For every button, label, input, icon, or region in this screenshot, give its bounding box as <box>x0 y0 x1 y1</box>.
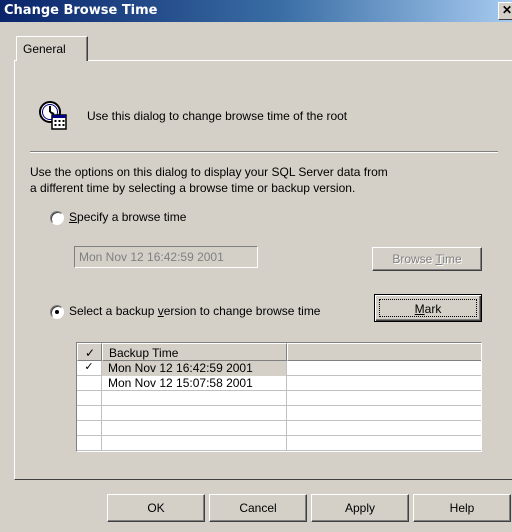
row-checkmark[interactable]: ✓ <box>77 361 102 376</box>
backup-version-label[interactable]: Select a backup version to change browse… <box>69 304 320 318</box>
tab-general-label: General <box>23 42 66 56</box>
description-line-2: a different time by selecting a browse t… <box>30 181 356 195</box>
table-row-empty <box>77 391 481 406</box>
clock-calendar-icon <box>39 101 67 130</box>
separator <box>30 151 498 153</box>
title-bar[interactable]: Change Browse Time ✕ <box>0 0 512 22</box>
table-row-empty <box>77 421 481 436</box>
description-line-1: Use the options on this dialog to displa… <box>30 165 388 179</box>
focus-rect <box>379 299 477 317</box>
empty-cell <box>77 436 102 451</box>
table-row[interactable]: Mon Nov 12 15:07:58 2001 <box>77 376 481 391</box>
cancel-button[interactable]: Cancel <box>209 494 307 522</box>
radio-selected-dot <box>55 310 59 314</box>
empty-cell <box>102 436 287 451</box>
table-row-empty <box>77 406 481 421</box>
specify-browse-time-radio[interactable] <box>50 211 64 225</box>
column-header-backup-time[interactable]: Backup Time <box>102 343 287 361</box>
empty-cell <box>77 406 102 421</box>
backup-version-radio[interactable] <box>50 305 64 319</box>
close-button[interactable]: ✕ <box>498 2 512 20</box>
empty-cell <box>77 391 102 406</box>
row-checkmark[interactable] <box>77 376 102 391</box>
tab-general[interactable]: General <box>16 36 88 61</box>
mark-button[interactable]: Mark <box>374 294 482 322</box>
empty-cell <box>102 406 287 421</box>
help-button[interactable]: Help <box>413 494 511 522</box>
browse-time-button[interactable]: Browse Time <box>372 247 482 271</box>
column-header-check[interactable]: ✓ <box>77 343 102 361</box>
empty-cell <box>77 421 102 436</box>
apply-button[interactable]: Apply <box>311 494 409 522</box>
description-text: Use the options on this dialog to displa… <box>30 164 490 196</box>
backup-time-table[interactable]: ✓ Backup Time ✓ Mon Nov 12 16:42:59 2001… <box>76 342 482 452</box>
close-icon: ✕ <box>501 3 512 17</box>
row-backup-time: Mon Nov 12 15:07:58 2001 <box>102 376 287 391</box>
browse-time-field[interactable]: Mon Nov 12 16:42:59 2001 <box>74 246 258 268</box>
ok-button[interactable]: OK <box>107 494 205 522</box>
empty-cell <box>102 421 287 436</box>
column-header-empty[interactable] <box>287 343 481 361</box>
window-title: Change Browse Time <box>4 3 158 18</box>
info-text: Use this dialog to change browse time of… <box>87 109 348 123</box>
empty-cell <box>102 391 287 406</box>
change-browse-time-dialog: Change Browse Time ✕ General Use this di… <box>0 0 512 532</box>
table-row[interactable]: ✓ Mon Nov 12 16:42:59 2001 <box>77 361 481 376</box>
specify-browse-time-label[interactable]: Specify a browse time <box>69 210 186 224</box>
row-backup-time: Mon Nov 12 16:42:59 2001 <box>102 361 287 376</box>
table-row-empty <box>77 436 481 451</box>
